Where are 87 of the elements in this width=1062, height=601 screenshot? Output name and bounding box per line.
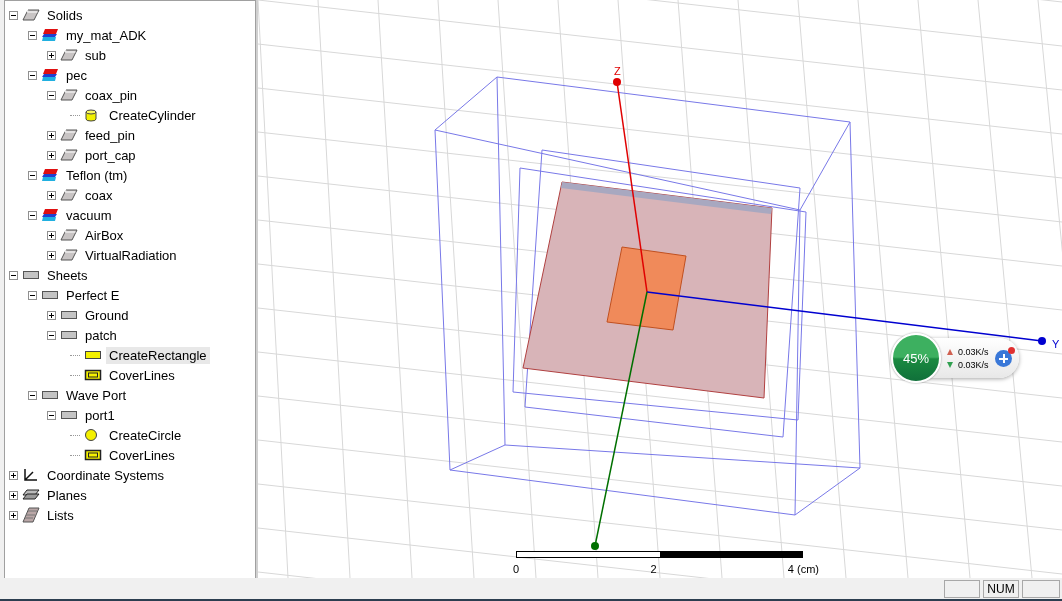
material-layers-icon <box>41 208 59 222</box>
upload-rate: 0.03K/s <box>958 346 989 357</box>
collapse-toggle[interactable] <box>28 70 37 80</box>
solid-block-icon <box>60 229 78 241</box>
collapse-toggle[interactable] <box>9 270 18 280</box>
tree-item[interactable]: coax_pin <box>82 86 141 104</box>
sheet-icon <box>22 270 40 280</box>
tree-item[interactable]: vacuum <box>63 206 115 224</box>
tree-item[interactable]: CreateCylinder <box>106 106 199 124</box>
tree-item[interactable]: AirBox <box>82 226 127 244</box>
collapse-toggle[interactable] <box>28 30 37 40</box>
sheet-icon <box>60 310 78 320</box>
collapse-toggle[interactable] <box>47 410 56 420</box>
sheet-icon <box>60 410 78 420</box>
tree-item[interactable]: patch <box>82 326 120 344</box>
tree-item[interactable]: Teflon (tm) <box>63 166 131 184</box>
solid-block-icon <box>22 9 40 21</box>
stacked-planes-icon <box>22 489 40 501</box>
tree-item[interactable]: CoverLines <box>106 446 178 464</box>
collapse-toggle[interactable] <box>28 390 37 400</box>
collapse-toggle[interactable] <box>47 90 56 100</box>
collapse-toggle[interactable] <box>28 290 37 300</box>
tree-item[interactable]: sub <box>82 46 109 64</box>
circle-icon <box>84 428 98 442</box>
axis-label: Y <box>1052 338 1060 350</box>
tree-item[interactable]: Ground <box>82 306 132 324</box>
tree-item[interactable]: Lists <box>44 506 77 524</box>
tree-item[interactable]: CoverLines <box>106 366 178 384</box>
tree-item[interactable]: feed_pin <box>82 126 138 144</box>
tree-item[interactable]: CreateCircle <box>106 426 185 444</box>
tree-item[interactable]: Planes <box>44 486 90 504</box>
expand-toggle[interactable] <box>47 190 56 200</box>
expand-toggle[interactable] <box>47 50 56 60</box>
tree-item[interactable]: coax <box>82 186 116 204</box>
material-layers-icon <box>41 28 59 42</box>
collapse-toggle[interactable] <box>28 170 37 180</box>
upload-arrow-icon <box>947 348 953 355</box>
expand-toggle[interactable] <box>47 130 56 140</box>
expand-toggle[interactable] <box>47 250 56 260</box>
3d-viewport[interactable]: Z Y 0 2 4 (cm) 45% 0.03K/s 0.03K/s <box>256 0 1062 578</box>
tree-item[interactable]: Sheets <box>44 266 91 284</box>
scale-label: 2 <box>650 563 657 575</box>
sheet-icon <box>60 330 78 340</box>
download-arrow-icon <box>947 361 953 368</box>
sheet-icon <box>41 290 59 300</box>
scale-label: 0 <box>513 563 520 575</box>
rectangle-icon <box>84 350 102 360</box>
collapse-toggle[interactable] <box>28 210 37 220</box>
solid-block-icon <box>60 89 78 101</box>
expand-toggle[interactable] <box>9 510 18 520</box>
collapse-toggle[interactable] <box>9 10 18 20</box>
status-pane <box>944 579 980 598</box>
tree-item[interactable]: CreateRectangle <box>106 346 210 364</box>
tree-item[interactable]: Perfect E <box>63 286 123 304</box>
status-panel: NUM <box>983 579 1019 598</box>
cover-lines-icon <box>84 449 102 461</box>
expand-toggle[interactable] <box>9 490 18 500</box>
material-layers-icon <box>41 168 59 182</box>
coordinate-axes-icon <box>22 468 38 482</box>
expand-toggle[interactable] <box>9 470 18 480</box>
list-stack-icon <box>22 507 40 523</box>
cylinder-icon <box>84 108 98 122</box>
scale-label: 4 (cm) <box>787 563 819 575</box>
expand-toggle[interactable] <box>47 150 56 160</box>
solid-block-icon <box>60 129 78 141</box>
collapse-toggle[interactable] <box>47 330 56 340</box>
expand-toggle[interactable] <box>47 310 56 320</box>
solid-block-icon <box>60 149 78 161</box>
plus-button[interactable] <box>994 349 1012 367</box>
tree-item[interactable]: Solids <box>44 6 86 24</box>
expand-toggle[interactable] <box>47 230 56 240</box>
solid-block-icon <box>60 49 78 61</box>
sheet-icon <box>41 390 59 400</box>
download-rate: 0.03K/s <box>958 359 989 370</box>
tree-item[interactable]: port_cap <box>82 146 139 164</box>
tree-item[interactable]: Coordinate Systems <box>44 466 168 484</box>
tree-item[interactable]: pec <box>63 66 90 84</box>
tree-item[interactable]: Wave Port <box>63 386 130 404</box>
tree-item[interactable]: VirtualRadiation <box>82 246 180 264</box>
cover-lines-icon <box>84 369 102 381</box>
axis-label: Z <box>614 65 621 77</box>
material-layers-icon <box>41 68 59 82</box>
solid-block-icon <box>60 189 78 201</box>
status-pane <box>1022 579 1060 598</box>
solid-block-icon <box>60 249 78 261</box>
tree-item[interactable]: port1 <box>82 406 118 424</box>
tree-item[interactable]: my_mat_ADK <box>63 26 150 44</box>
